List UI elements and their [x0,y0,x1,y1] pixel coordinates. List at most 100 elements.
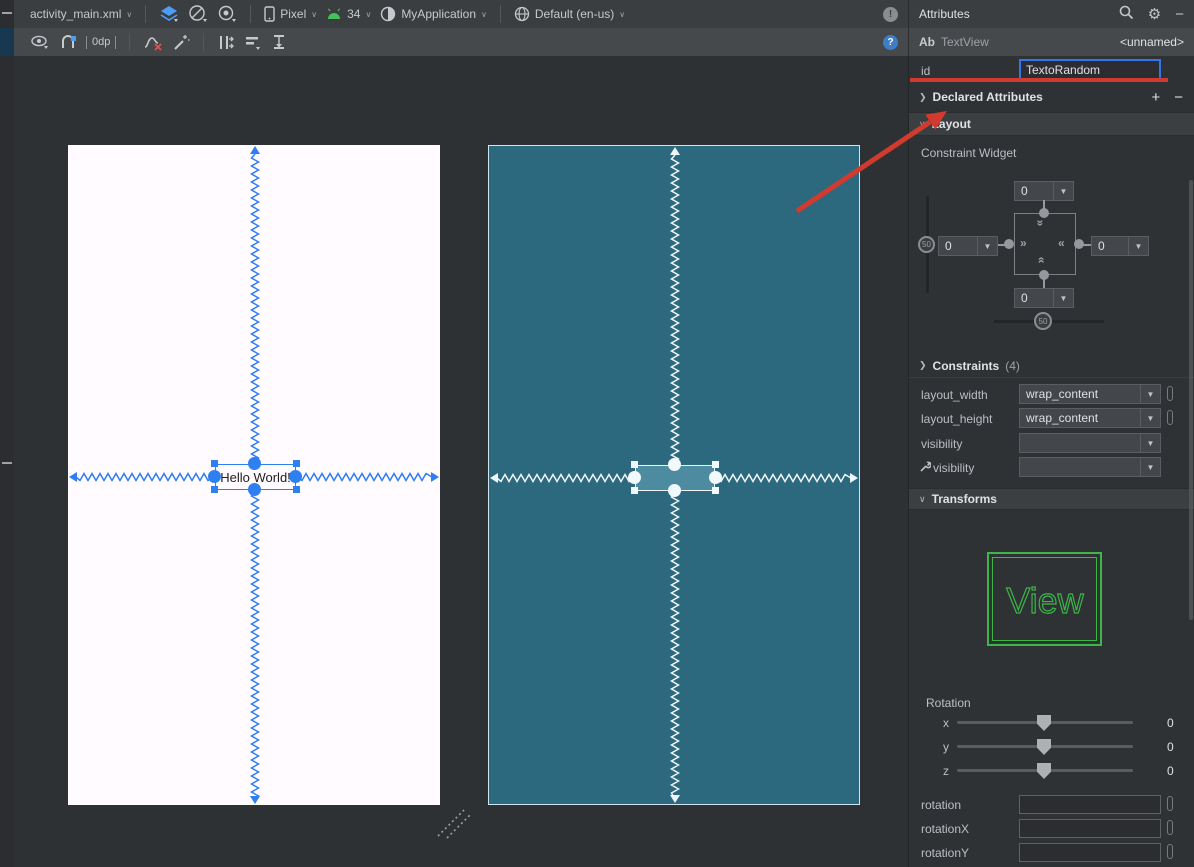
divider [250,5,251,23]
constraint-anchor-left[interactable] [208,470,221,483]
caret-down-icon: ▼ [977,237,997,255]
constraint-anchor-left[interactable] [628,471,641,484]
resize-handle[interactable] [712,487,719,494]
visibility-dropdown[interactable]: ▼ [1019,433,1161,453]
resize-handle[interactable] [211,460,218,467]
declared-attributes-section[interactable]: ❯ Declared Attributes + − [909,84,1194,110]
panel-scrollbar[interactable] [1189,180,1193,620]
remove-attribute-button[interactable]: − [1174,89,1183,106]
tools-flag-icon[interactable] [1167,386,1173,401]
autoconnect-button[interactable] [59,34,77,51]
add-attribute-button[interactable]: + [1151,89,1160,106]
resize-handle[interactable] [211,486,218,493]
resize-handle[interactable] [712,461,719,468]
constraints-section[interactable]: ❯ Constraints (4) [909,354,1194,378]
constraint-anchor-bottom[interactable] [248,483,261,496]
menu-dash-icon[interactable] [2,12,12,14]
api-selector[interactable]: 34 ∨ [326,7,371,21]
bottom-margin-dropdown[interactable]: 0 ▼ [1014,288,1074,308]
transform-preview: View [987,552,1102,646]
system-ui-button[interactable] [217,5,237,23]
top-margin-dropdown[interactable]: 0 ▼ [1014,181,1074,201]
surface-resize-handle[interactable] [434,806,474,840]
default-margins-button[interactable]: 0dp [86,36,116,49]
layout-width-label: layout_width [921,388,988,402]
clear-constraints-button[interactable] [143,34,163,51]
constraint-anchor-top[interactable] [668,458,681,471]
constraint-anchor-bottom[interactable] [668,484,681,497]
design-surface[interactable]: Hello World! [14,56,908,867]
chevron-right-icon: ❯ [919,92,927,103]
divider [500,5,501,23]
resize-handle[interactable] [631,461,638,468]
errors-button[interactable]: ! [883,7,898,22]
wrap-top-icon: » [1033,220,1047,225]
design-view-device[interactable]: Hello World! [68,145,440,805]
resize-handle[interactable] [631,487,638,494]
theme-icon [380,6,396,22]
theme-selector[interactable]: MyApplication ∨ [380,6,487,22]
horizontal-bias-value: 50 [1039,317,1048,326]
align-icon [244,34,262,51]
device-selector[interactable]: Pixel ∨ [264,6,317,22]
view-options-button[interactable] [30,34,50,50]
constraint-anchor-right[interactable] [709,471,722,484]
tools-flag-icon[interactable] [1167,410,1173,425]
constraint-dot-right[interactable] [1074,239,1084,249]
align-button[interactable] [244,34,262,51]
rotation-y-value: 0 [1167,740,1174,754]
layout-width-dropdown[interactable]: wrap_content ▼ [1019,384,1161,404]
transform-preview-inner: View [992,557,1097,641]
rotation-z-thumb[interactable] [1037,763,1051,779]
resize-handle[interactable] [293,486,300,493]
tools-flag-icon[interactable] [1167,844,1173,859]
pack-button[interactable] [217,34,235,51]
system-ui-icon [217,5,237,23]
divider [203,33,204,51]
transforms-section[interactable]: ∨ Transforms [909,488,1194,510]
hide-panel-button[interactable]: − [1175,6,1184,23]
left-margin-dropdown[interactable]: 0 ▼ [938,236,998,256]
pack-icon [217,34,235,51]
horizontal-bias-thumb[interactable]: 50 [1034,312,1052,330]
constraint-dot-bottom[interactable] [1039,270,1049,280]
constraint-anchor-top[interactable] [248,457,261,470]
tool-window-dash-icon[interactable] [2,462,12,464]
search-button[interactable] [1119,5,1134,24]
layout-height-dropdown[interactable]: wrap_content ▼ [1019,408,1161,428]
file-selector[interactable]: activity_main.xml ∨ [30,7,132,21]
infer-constraints-button[interactable] [172,34,190,51]
right-margin-dropdown[interactable]: 0 ▼ [1091,236,1149,256]
settings-button[interactable]: ⚙ [1148,5,1161,23]
eye-icon [30,34,50,50]
tools-visibility-dropdown[interactable]: ▼ [1019,457,1161,477]
id-label: id [921,64,930,78]
constraint-dot-left[interactable] [1004,239,1014,249]
id-input[interactable]: TextoRandom [1019,59,1161,80]
vertical-bias-thumb[interactable]: 50 [918,236,935,253]
constraint-anchor-right[interactable] [289,470,302,483]
resize-handle[interactable] [293,460,300,467]
rotation-x-thumb[interactable] [1037,715,1051,731]
layers-button[interactable] [159,5,179,23]
layout-width-value: wrap_content [1020,387,1140,401]
chevron-down-icon: ∨ [619,10,625,19]
search-icon [1119,5,1134,20]
tools-flag-icon[interactable] [1167,796,1173,811]
orientation-button[interactable] [188,5,208,23]
constraint-dot-top[interactable] [1039,208,1049,218]
help-button[interactable]: ? [883,35,898,50]
rotationx-input[interactable] [1019,819,1161,838]
distribute-button[interactable] [271,34,287,51]
tools-flag-icon[interactable] [1167,820,1173,835]
left-tool-stripe [0,0,14,867]
locale-selector[interactable]: Default (en-us) ∨ [514,6,625,22]
rotation-z-axis: z [943,764,949,778]
rotation-input[interactable] [1019,795,1161,814]
design-toolbar: activity_main.xml ∨ [14,0,1194,28]
rotation-y-thumb[interactable] [1037,739,1051,755]
blueprint-view-device[interactable] [488,145,860,805]
layout-section[interactable]: ∨ Layout [909,112,1194,136]
chevron-right-icon: ❯ [919,360,927,371]
rotationy-input[interactable] [1019,843,1161,862]
